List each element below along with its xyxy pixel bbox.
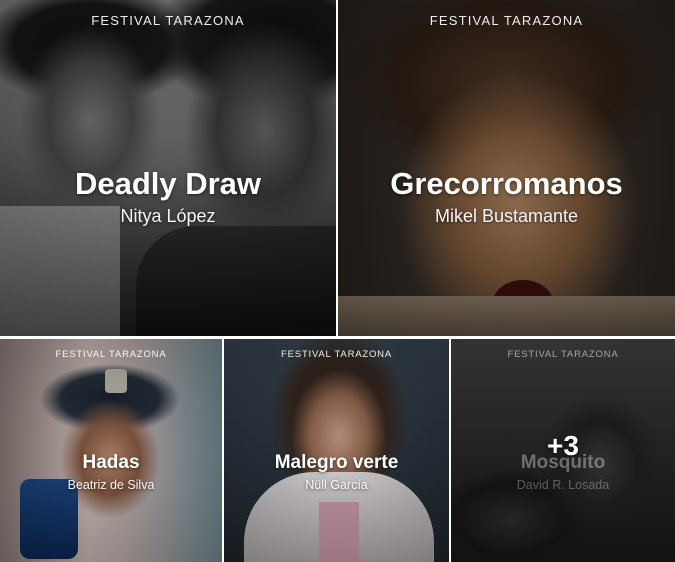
festival-label: FESTIVAL TARAZONA	[507, 349, 619, 360]
festival-label: FESTIVAL TARAZONA	[91, 13, 245, 28]
film-director: Nitya López	[120, 206, 216, 226]
film-director: Nüll García	[305, 478, 368, 492]
film-title: Hadas	[82, 452, 140, 473]
festival-label: FESTIVAL TARAZONA	[429, 13, 584, 28]
film-tile-deadly-draw[interactable]: FESTIVAL TARAZONA Deadly Draw Nitya Lópe…	[0, 0, 336, 336]
film-director: Beatriz de Silva	[67, 478, 155, 492]
film-title: Grecorromanos	[390, 166, 623, 201]
film-tile-malegro-verte[interactable]: FESTIVAL TARAZONA Malegro verte Nüll Gar…	[224, 339, 449, 562]
film-director: David R. Losada	[516, 478, 610, 492]
festival-label: FESTIVAL TARAZONA	[55, 349, 167, 360]
festival-label: FESTIVAL TARAZONA	[281, 349, 392, 360]
film-director: Mikel Bustamante	[434, 206, 579, 226]
film-tile-grecorromanos[interactable]: FESTIVAL TARAZONA Grecorromanos Mikel Bu…	[338, 0, 675, 336]
more-films-count[interactable]: +3	[451, 430, 675, 462]
film-tile-hadas[interactable]: FESTIVAL TARAZONA Hadas Beatriz de Silva	[0, 339, 222, 562]
film-title: Malegro verte	[274, 452, 399, 473]
film-title: Deadly Draw	[74, 166, 262, 201]
